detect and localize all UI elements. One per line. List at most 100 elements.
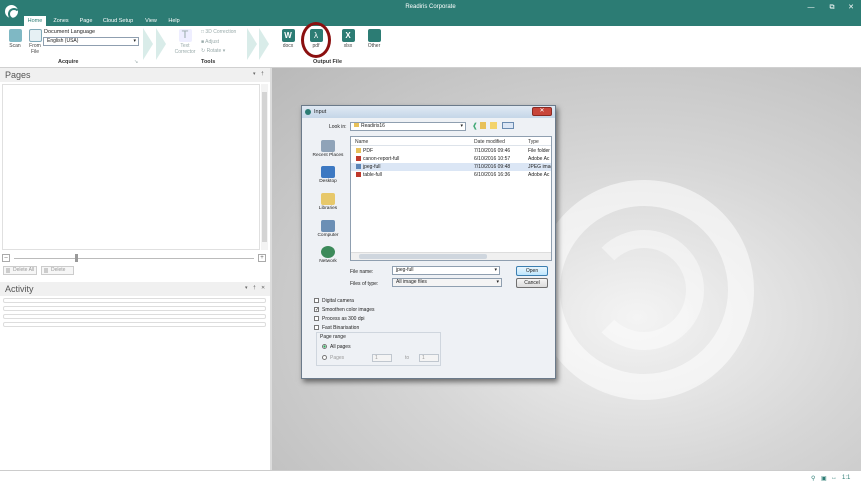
file-row[interactable]: canon-report-full 6/10/2016 10:57 Adobe … xyxy=(351,155,551,163)
input-dialog: Input ✕ Look in: Readiris16 ▾ ❰ Recent Pl… xyxy=(301,105,556,379)
pages-panel-title: Pages xyxy=(5,70,31,80)
digital-camera-checkbox[interactable] xyxy=(314,298,319,303)
docx-output-button[interactable]: W docx xyxy=(278,29,298,49)
scrollbar-thumb[interactable] xyxy=(262,92,267,242)
zoom-level[interactable]: 1:1 xyxy=(842,475,850,481)
pages-scrollbar[interactable] xyxy=(261,84,268,250)
place-recent-places[interactable]: Recent Places xyxy=(309,140,347,158)
file-list[interactable]: Name Date modified Type PDF 7/10/2016 09… xyxy=(350,136,552,261)
adjust-button[interactable]: ■ Adjust xyxy=(201,39,219,45)
thumbnail-size-slider[interactable]: – + xyxy=(2,254,268,262)
scan-button[interactable]: Scan xyxy=(5,29,25,49)
file-name-label: File name: xyxy=(350,269,374,275)
delete-all-button[interactable]: Delete All xyxy=(3,266,37,275)
fit-page-icon[interactable]: ▣ xyxy=(821,475,827,482)
app-logo-icon[interactable] xyxy=(3,3,20,20)
file-name-input[interactable]: jpeg-full ▾ xyxy=(392,266,500,275)
fit-width-icon[interactable]: ↔ xyxy=(831,475,837,481)
scanner-icon xyxy=(8,29,22,42)
panel-menu-icon[interactable]: ▾ xyxy=(245,285,248,291)
highlight-circle xyxy=(301,22,331,58)
up-folder-icon[interactable] xyxy=(480,122,486,129)
column-type[interactable]: Type xyxy=(528,139,539,145)
file-list-hscrollbar[interactable] xyxy=(351,252,551,260)
tab-help[interactable]: Help xyxy=(164,16,184,26)
page-to-input[interactable]: 1 xyxy=(419,354,439,362)
activity-item xyxy=(3,298,266,303)
chevron-down-icon: ▾ xyxy=(133,38,136,44)
tools-group-label: Tools xyxy=(201,59,216,65)
panel-menu-icon[interactable]: ▾ xyxy=(253,71,256,77)
other-output-button[interactable]: Other xyxy=(364,29,384,49)
place-libraries[interactable]: Libraries xyxy=(309,193,347,211)
close-icon[interactable]: ✕ xyxy=(261,285,265,291)
3d-correction-button[interactable]: □ 3D Correction xyxy=(201,29,236,35)
file-row[interactable]: table-full 6/10/2016 16:36 Adobe Ac xyxy=(351,171,551,179)
tab-page[interactable]: Page xyxy=(76,16,96,26)
fast-binarisation-checkbox[interactable] xyxy=(314,325,319,330)
files-of-type-select[interactable]: All image files ▾ xyxy=(392,278,502,287)
output-file-group-label: Output File xyxy=(313,59,343,65)
chevron-down-icon: ▾ xyxy=(494,267,497,273)
other-formats-icon xyxy=(367,29,381,42)
network-icon xyxy=(321,246,335,258)
process-300dpi-checkbox[interactable] xyxy=(314,316,319,321)
all-pages-radio[interactable] xyxy=(322,344,327,349)
activity-panel-title: Activity xyxy=(5,284,34,294)
from-file-button[interactable]: From File xyxy=(25,29,45,55)
close-button[interactable]: ✕ xyxy=(844,2,858,13)
place-desktop[interactable]: Desktop xyxy=(309,166,347,184)
activity-item xyxy=(3,306,266,311)
pages-thumbnail-area[interactable] xyxy=(2,84,260,250)
back-icon[interactable]: ❰ xyxy=(472,122,478,130)
tab-home[interactable]: Home xyxy=(24,16,46,26)
minimize-button[interactable]: — xyxy=(804,2,818,13)
scrollbar-thumb[interactable] xyxy=(359,254,487,259)
place-computer[interactable]: Computer xyxy=(309,220,347,238)
chevron-down-icon: ▾ xyxy=(496,279,499,285)
text-corrector-button[interactable]: T Text Corrector xyxy=(173,29,197,55)
acquire-group-label: Acquire xyxy=(58,59,79,65)
file-row-selected[interactable]: jpeg-full 7/10/2016 09:48 JPEG imag xyxy=(351,163,551,171)
view-menu-icon[interactable] xyxy=(502,122,514,129)
pin-icon[interactable]: † xyxy=(261,71,264,77)
pages-radio[interactable] xyxy=(322,355,327,360)
zoom-out-button[interactable]: – xyxy=(2,254,10,262)
place-network[interactable]: Network xyxy=(309,246,347,264)
column-name[interactable]: Name xyxy=(355,139,368,145)
status-bar: ⚲ ▣ ↔ 1:1 xyxy=(0,470,861,488)
watermark-logo-inner xyxy=(584,230,704,350)
libraries-icon xyxy=(321,193,335,205)
tab-zones[interactable]: Zones xyxy=(50,16,72,26)
open-button[interactable]: Open xyxy=(516,266,548,276)
slider-track[interactable] xyxy=(14,258,254,259)
document-language-select[interactable]: English (USA) ▾ xyxy=(43,37,139,46)
desktop-icon xyxy=(321,166,335,178)
file-row[interactable]: PDF 7/10/2016 09:46 File folder xyxy=(351,147,551,155)
column-date-modified[interactable]: Date modified xyxy=(474,139,505,145)
cancel-button[interactable]: Cancel xyxy=(516,278,548,288)
slider-thumb[interactable] xyxy=(75,254,78,262)
restore-button[interactable]: ⧉ xyxy=(825,2,839,13)
zoom-in-button[interactable]: + xyxy=(258,254,266,262)
delete-button[interactable]: Delete xyxy=(41,266,74,275)
look-in-label: Look in: xyxy=(329,124,347,130)
folder-icon xyxy=(356,148,361,153)
dialog-launcher-icon[interactable]: ↘ xyxy=(134,59,138,65)
activity-panel-header: Activity ▾ † ✕ xyxy=(0,282,270,296)
dialog-close-button[interactable]: ✕ xyxy=(532,107,552,116)
pin-icon[interactable]: † xyxy=(253,285,256,291)
ribbon: Scan From File Document Language English… xyxy=(0,26,861,68)
pdf-file-icon xyxy=(356,172,361,177)
search-icon[interactable]: ⚲ xyxy=(811,475,815,482)
new-folder-icon[interactable] xyxy=(490,122,497,129)
chevron-arrow-icon xyxy=(156,28,166,60)
page-from-input[interactable]: 1 xyxy=(372,354,392,362)
look-in-select[interactable]: Readiris16 ▾ xyxy=(350,122,466,131)
smoothen-color-checkbox[interactable]: ✓ xyxy=(314,307,319,313)
tab-cloud-setup[interactable]: Cloud Setup xyxy=(100,16,136,26)
excel-icon: X xyxy=(341,29,355,42)
xlsx-output-button[interactable]: X xlsx xyxy=(338,29,358,49)
tab-view[interactable]: View xyxy=(141,16,161,26)
rotate-button[interactable]: ↻ Rotate ▾ xyxy=(201,48,225,54)
